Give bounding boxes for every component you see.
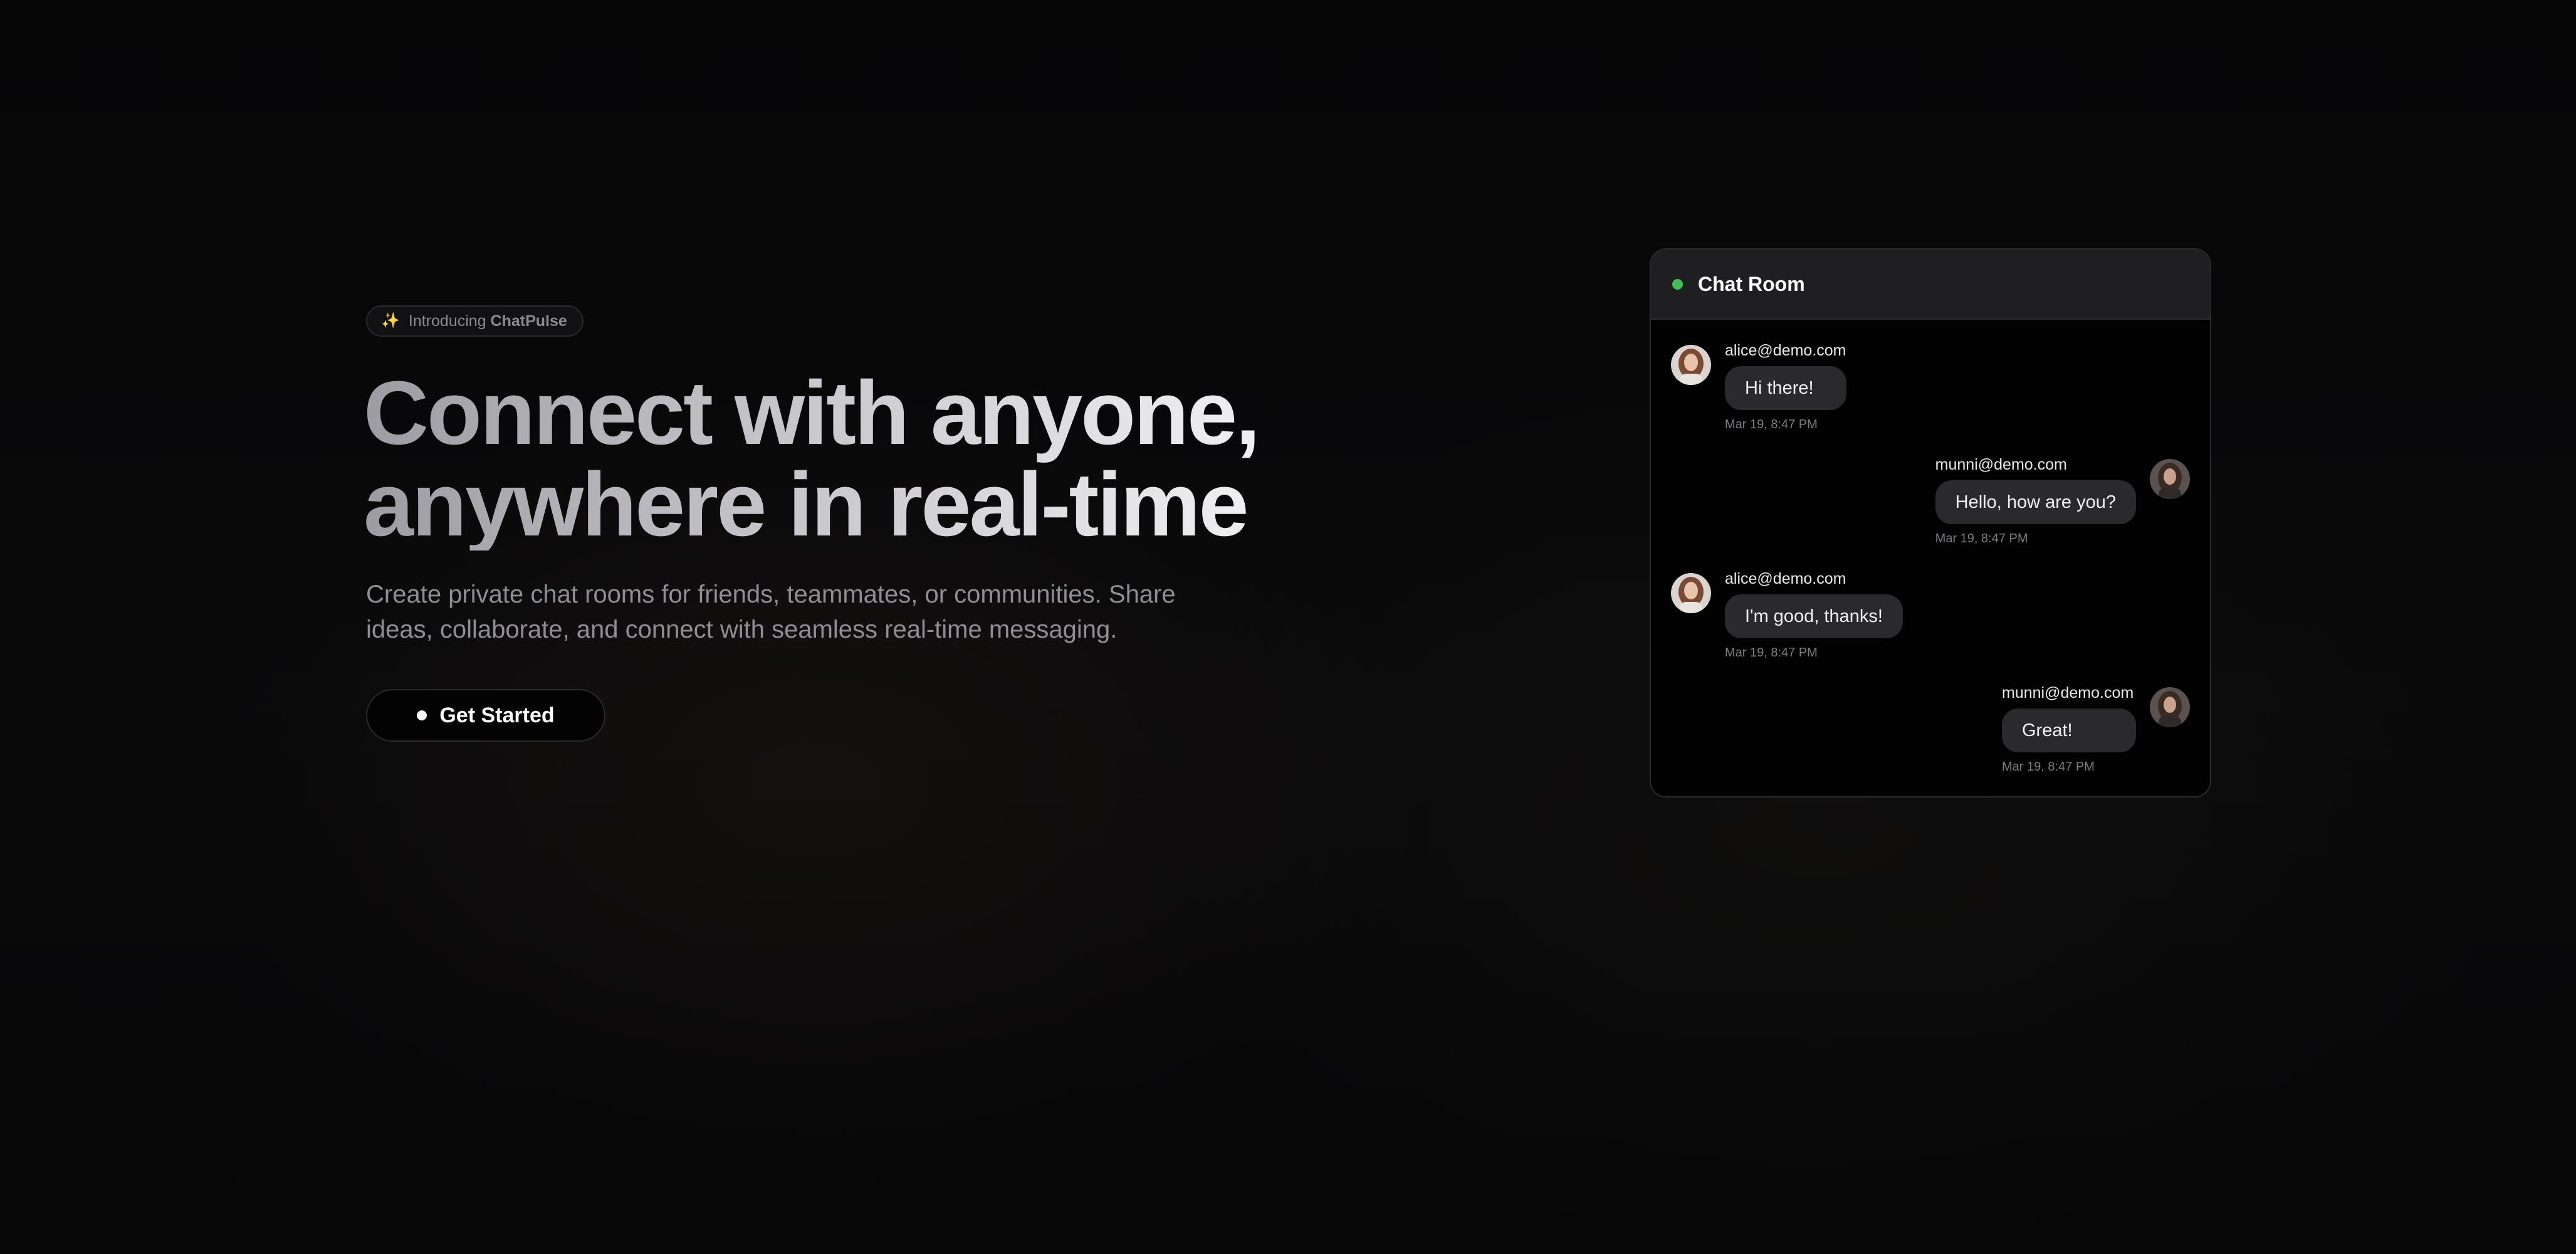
- message-sender: alice@demo.com: [1725, 342, 1846, 359]
- badge-prefix: Introducing: [408, 312, 486, 330]
- badge-text: Introducing ChatPulse: [409, 312, 567, 330]
- message-bubble: Hi there!: [1725, 366, 1846, 410]
- headline-line-1: Connect with anyone,: [364, 362, 1259, 463]
- subtext-line-1: Create private chat rooms for friends, t…: [366, 581, 1176, 608]
- message-time: Mar 19, 8:47 PM: [2002, 760, 2095, 774]
- get-started-label: Get Started: [439, 703, 555, 727]
- chat-header: Chat Room: [1651, 250, 2210, 320]
- message-sender: alice@demo.com: [1725, 570, 1846, 587]
- message-sender: munni@demo.com: [1935, 456, 2067, 473]
- dot-icon: [417, 710, 427, 720]
- avatar: [1671, 573, 1711, 613]
- get-started-button[interactable]: Get Started: [366, 689, 605, 742]
- chat-message: alice@demo.com Hi there! Mar 19, 8:47 PM: [1671, 339, 1846, 432]
- message-sender: munni@demo.com: [2002, 684, 2134, 702]
- message-time: Mar 19, 8:47 PM: [1935, 532, 2028, 545]
- message-time: Mar 19, 8:47 PM: [1725, 418, 1818, 431]
- hero-headline: Connect with anyone, anywhere in real-ti…: [364, 367, 1304, 551]
- subtext-line-2: ideas, collaborate, and connect with sea…: [366, 616, 1118, 643]
- sparkle-icon: ✨: [381, 312, 400, 329]
- chat-message: alice@demo.com I'm good, thanks! Mar 19,…: [1671, 567, 1903, 660]
- message-time: Mar 19, 8:47 PM: [1725, 646, 1818, 660]
- chat-room-preview: Chat Room alice@demo.com Hi there! Mar 1…: [1650, 248, 2211, 798]
- landing-page: ✨ Introducing ChatPulse Connect with any…: [0, 0, 2576, 1254]
- avatar: [2150, 687, 2190, 727]
- headline-line-2: anywhere in real-time: [364, 454, 1247, 555]
- online-status-icon: [1672, 278, 1683, 290]
- chat-message: munni@demo.com Great! Mar 19, 8:47 PM: [2002, 681, 2190, 774]
- message-bubble: Great!: [2002, 709, 2136, 752]
- avatar: [2150, 459, 2190, 499]
- chat-title: Chat Room: [1698, 272, 1805, 295]
- badge-brand: ChatPulse: [490, 312, 567, 330]
- message-bubble: I'm good, thanks!: [1725, 594, 1903, 638]
- hero-subtext: Create private chat rooms for friends, t…: [366, 577, 1243, 647]
- message-bubble: Hello, how are you?: [1935, 480, 2136, 524]
- intro-badge[interactable]: ✨ Introducing ChatPulse: [366, 305, 584, 337]
- chat-message: munni@demo.com Hello, how are you? Mar 1…: [1935, 453, 2190, 546]
- avatar: [1671, 345, 1711, 385]
